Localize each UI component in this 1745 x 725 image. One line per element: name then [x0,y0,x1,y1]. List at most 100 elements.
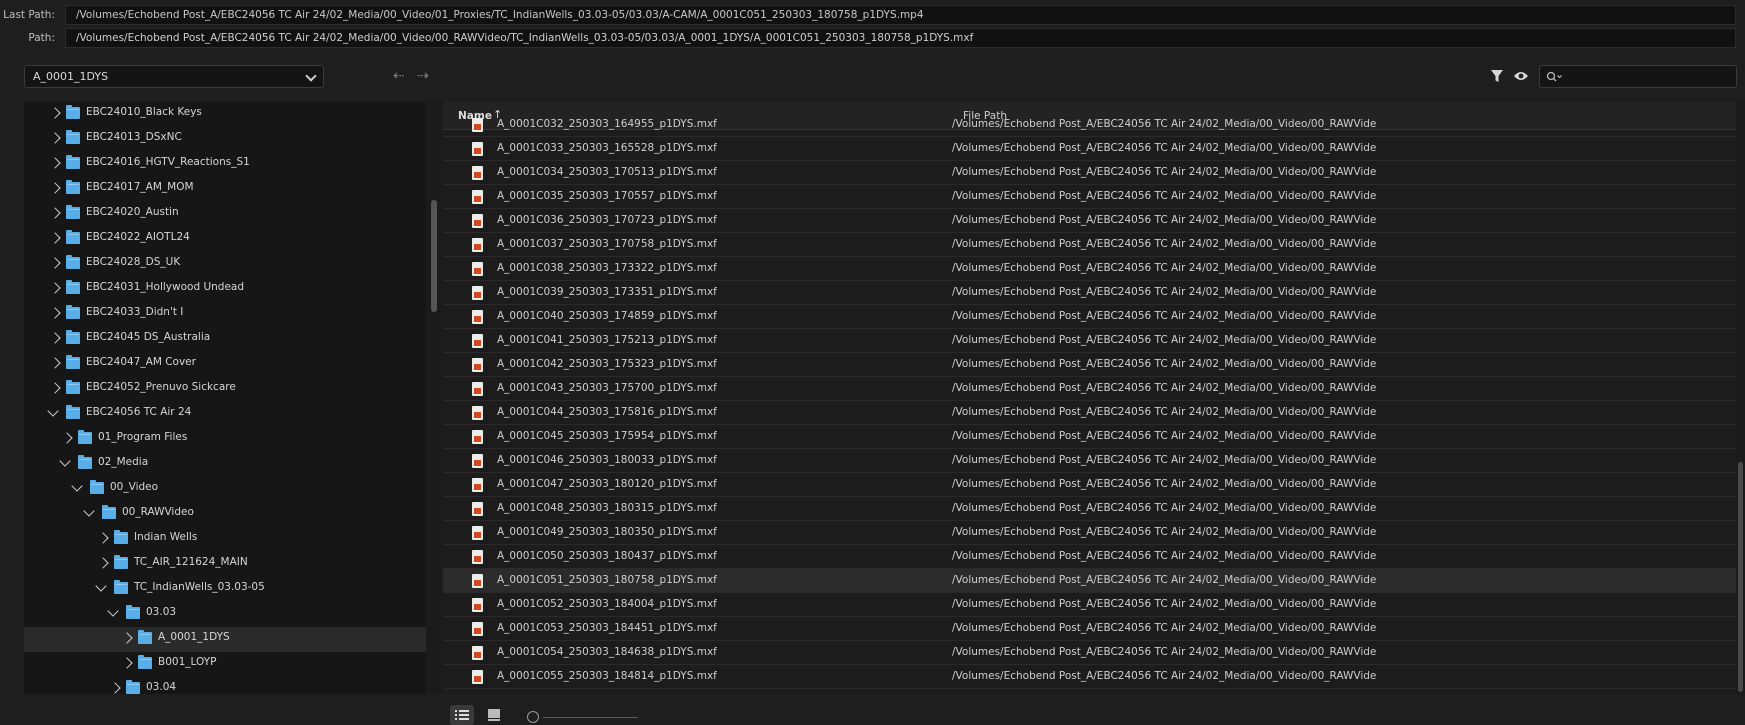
table-row[interactable]: A_0001C035_250303_170557_p1DYS.mxf/Volum… [443,185,1736,209]
chevron-right-icon[interactable] [121,632,133,644]
chevron-down-icon[interactable] [107,605,119,617]
table-row[interactable]: A_0001C049_250303_180350_p1DYS.mxf/Volum… [443,521,1736,545]
table-row[interactable]: A_0001C054_250303_184638_p1DYS.mxf/Volum… [443,641,1736,665]
icon-view-button[interactable] [482,705,506,725]
file-name-cell: A_0001C040_250303_174859_p1DYS.mxf [497,310,717,322]
tree-item[interactable]: EBC24033_Didn't I [24,302,426,327]
back-button[interactable]: ⇠ [390,68,408,84]
search-input[interactable] [1566,68,1731,85]
list-view-button[interactable] [450,705,474,725]
table-row[interactable]: A_0001C037_250303_170758_p1DYS.mxf/Volum… [443,233,1736,257]
table-row[interactable]: A_0001C047_250303_180120_p1DYS.mxf/Volum… [443,473,1736,497]
tree-item[interactable]: 02_Media [24,452,426,477]
file-name-cell: A_0001C042_250303_175323_p1DYS.mxf [497,358,717,370]
table-row[interactable]: A_0001C042_250303_175323_p1DYS.mxf/Volum… [443,353,1736,377]
zoom-slider-track[interactable] [543,717,638,718]
chevron-down-icon[interactable] [95,580,107,592]
chevron-down-icon[interactable] [71,480,83,492]
tree-item[interactable]: EBC24028_DS_UK [24,252,426,277]
table-row[interactable]: A_0001C034_250303_170513_p1DYS.mxf/Volum… [443,161,1736,185]
tree-item[interactable]: EBC24017_AM_MOM [24,177,426,202]
tree-item[interactable]: EBC24047_AM Cover [24,352,426,377]
table-row[interactable]: A_0001C051_250303_180758_p1DYS.mxf/Volum… [443,569,1736,593]
tree-item-label: 00_RAWVideo [122,506,194,518]
table-row[interactable]: A_0001C032_250303_164955_p1DYS.mxf/Volum… [443,113,1736,137]
table-row[interactable]: A_0001C039_250303_173351_p1DYS.mxf/Volum… [443,281,1736,305]
file-path-cell: /Volumes/Echobend Post_A/EBC24056 TC Air… [952,286,1377,298]
file-path-cell: /Volumes/Echobend Post_A/EBC24056 TC Air… [952,238,1377,250]
tree-item[interactable]: TC_IndianWells_03.03-05 [24,577,426,602]
search-box[interactable] [1539,65,1737,88]
tree-item[interactable]: TC_AIR_121624_MAIN [24,552,426,577]
table-row[interactable]: A_0001C043_250303_175700_p1DYS.mxf/Volum… [443,377,1736,401]
chevron-right-icon[interactable] [49,132,61,144]
list-scrollbar-thumb[interactable] [1738,462,1743,692]
chevron-right-icon[interactable] [49,307,61,319]
chevron-right-icon[interactable] [121,657,133,669]
filter-icon[interactable] [1490,69,1504,83]
tree-item[interactable]: EBC24031_Hollywood Undead [24,277,426,302]
tree-item[interactable]: 00_RAWVideo [24,502,426,527]
folder-icon [66,130,80,144]
table-row[interactable]: A_0001C048_250303_180315_p1DYS.mxf/Volum… [443,497,1736,521]
eye-icon[interactable] [1513,70,1529,82]
tree-item[interactable]: Indian Wells [24,527,426,552]
list-scrollbar[interactable] [1736,102,1745,694]
tree-item[interactable]: EBC24020_Austin [24,202,426,227]
table-row[interactable]: A_0001C036_250303_170723_p1DYS.mxf/Volum… [443,209,1736,233]
chevron-down-icon[interactable] [59,455,71,467]
path-field[interactable]: /Volumes/Echobend Post_A/EBC24056 TC Air… [65,28,1736,48]
mxf-file-icon [472,166,483,180]
table-row[interactable]: A_0001C055_250303_184814_p1DYS.mxf/Volum… [443,665,1736,689]
location-dropdown[interactable]: A_0001_1DYS [24,65,324,88]
chevron-right-icon[interactable] [49,207,61,219]
chevron-right-icon[interactable] [49,182,61,194]
chevron-right-icon[interactable] [109,682,121,694]
tree-item[interactable]: 00_Video [24,477,426,502]
tree-item[interactable]: EBC24022_AIOTL24 [24,227,426,252]
table-row[interactable]: A_0001C046_250303_180033_p1DYS.mxf/Volum… [443,449,1736,473]
tree-item[interactable]: 03.03 [24,602,426,627]
chevron-right-icon[interactable] [49,107,61,119]
table-row[interactable]: A_0001C044_250303_175816_p1DYS.mxf/Volum… [443,401,1736,425]
tree-item[interactable]: 03.04 [24,677,426,694]
chevron-down-icon[interactable] [83,505,95,517]
tree-item[interactable]: A_0001_1DYS [24,627,426,652]
table-row[interactable]: A_0001C040_250303_174859_p1DYS.mxf/Volum… [443,305,1736,329]
chevron-right-icon[interactable] [49,382,61,394]
folder-icon [114,555,128,569]
forward-button[interactable]: ⇢ [414,68,432,84]
tree-item[interactable]: EBC24016_HGTV_Reactions_S1 [24,152,426,177]
last-path-field[interactable]: /Volumes/Echobend Post_A/EBC24056 TC Air… [65,5,1736,25]
chevron-right-icon[interactable] [49,282,61,294]
chevron-right-icon[interactable] [49,357,61,369]
table-row[interactable]: A_0001C045_250303_175954_p1DYS.mxf/Volum… [443,425,1736,449]
tree-item[interactable]: EBC24056 TC Air 24 [24,402,426,427]
table-row[interactable]: A_0001C041_250303_175213_p1DYS.mxf/Volum… [443,329,1736,353]
tree-item[interactable]: EBC24045 DS_Australia [24,327,426,352]
tree-item[interactable]: B001_LOYP [24,652,426,677]
chevron-down-icon[interactable] [47,405,59,417]
last-path-row: Last Path: [0,5,60,24]
tree-item-label: TC_AIR_121624_MAIN [134,556,248,568]
table-row[interactable]: A_0001C033_250303_165528_p1DYS.mxf/Volum… [443,137,1736,161]
chevron-right-icon[interactable] [97,557,109,569]
tree-item[interactable]: EBC24013_DSxNC [24,127,426,152]
table-row[interactable]: A_0001C050_250303_180437_p1DYS.mxf/Volum… [443,545,1736,569]
tree-item[interactable]: EBC24052_Prenuvo Sickcare [24,377,426,402]
chevron-right-icon[interactable] [49,332,61,344]
chevron-right-icon[interactable] [49,232,61,244]
tree-item[interactable]: 01_Program Files [24,427,426,452]
chevron-right-icon[interactable] [97,532,109,544]
chevron-right-icon[interactable] [61,432,73,444]
chevron-right-icon[interactable] [49,257,61,269]
tree-item[interactable]: EBC24010_Black Keys [24,102,426,127]
chevron-right-icon[interactable] [49,157,61,169]
table-row[interactable]: A_0001C053_250303_184451_p1DYS.mxf/Volum… [443,617,1736,641]
file-path-cell: /Volumes/Echobend Post_A/EBC24056 TC Air… [952,190,1377,202]
table-row[interactable]: A_0001C052_250303_184004_p1DYS.mxf/Volum… [443,593,1736,617]
tree-scrollbar[interactable] [426,102,442,694]
table-row[interactable]: A_0001C038_250303_173322_p1DYS.mxf/Volum… [443,257,1736,281]
zoom-slider-handle[interactable] [527,711,539,723]
tree-scrollbar-thumb[interactable] [431,200,437,312]
